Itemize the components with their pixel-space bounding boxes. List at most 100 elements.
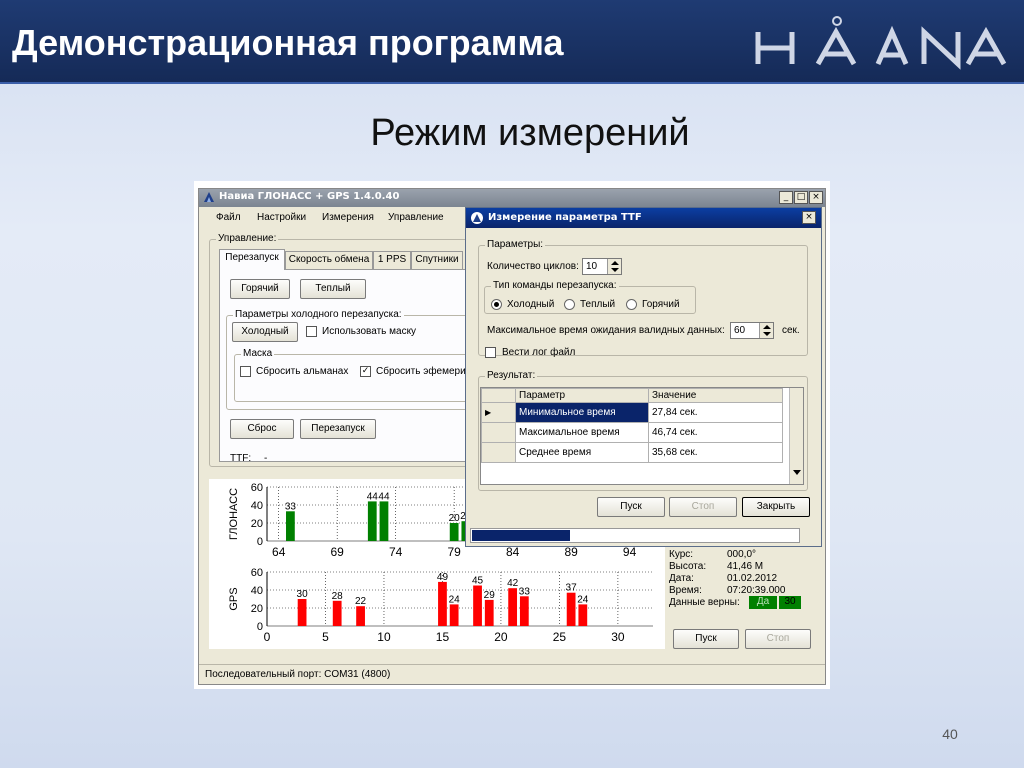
y-tick-label: 60 [251,567,263,579]
bar-value-label: 37 [566,583,578,594]
x-tick-label: 69 [331,545,345,559]
dialog-titlebar[interactable]: Измерение параметра TTF × [466,208,821,228]
radio-warm[interactable] [564,299,575,310]
bar-value-label: 33 [519,586,531,597]
max-wait-unit: сек. [782,325,800,336]
bar [379,501,389,541]
table-cell[interactable]: 35,68 сек. [648,442,783,463]
cycles-stepper[interactable]: 10 [582,258,622,275]
reset-almanac-checkbox[interactable] [240,366,251,377]
bar-value-label: 44 [367,491,379,502]
table-cell[interactable]: 27,84 сек. [648,402,783,423]
bar [332,600,342,626]
tab-1pps[interactable]: 1 PPS [373,251,411,269]
restart-button[interactable]: Перезапуск [300,419,376,439]
satellite-count-badge: 30 [779,596,801,609]
radio-hot-label: Горячий [642,299,680,310]
cold-params-label: Параметры холодного перезапуска: [233,309,404,320]
x-tick-label: 5 [322,630,329,644]
minimize-button[interactable]: _ [779,191,793,204]
column-header-param[interactable]: Параметр [515,388,649,403]
spinner-arrows-icon[interactable] [759,323,773,338]
row-header [481,422,516,443]
radio-hot[interactable] [626,299,637,310]
bar-value-label: 28 [332,591,344,602]
reset-ephemeris-checkbox[interactable]: ✓ [360,366,371,377]
main-titlebar[interactable]: Навиа ГЛОНАСС + GPS 1.4.0.40 _ □ × [199,189,825,207]
table-cell[interactable]: 46,74 сек. [648,422,783,443]
bar-value-label: 22 [355,596,367,607]
dialog-stop-button[interactable]: Стоп [669,497,737,517]
y-tick-label: 0 [257,621,263,633]
menu-measurements[interactable]: Измерения [322,212,374,223]
table-cell[interactable]: Среднее время [515,442,649,463]
tab-baud-rate[interactable]: Скорость обмена [285,251,373,269]
x-tick-label: 89 [564,545,578,559]
log-file-label: Вести лог файл [502,347,576,358]
app-icon [204,192,214,202]
bar [566,592,576,626]
warm-start-button[interactable]: Теплый [300,279,366,299]
radio-cold-label: Холодный [507,299,555,310]
menu-control[interactable]: Управление [388,212,444,223]
use-mask-label: Использовать маску [322,326,417,337]
x-tick-label: 25 [553,630,567,644]
y-tick-label: 60 [251,482,263,494]
cold-start-button[interactable]: Холодный [232,322,298,342]
bar [286,511,295,541]
main-stop-button[interactable]: Стоп [745,629,811,649]
scroll-down-icon[interactable] [793,470,801,475]
bar [473,585,482,626]
max-wait-label: Максимальное время ожидания валидных дан… [487,325,725,336]
result-table: Параметр Значение ▶ Минимальное время 27… [480,387,804,485]
date-label: Дата: [669,573,694,584]
tab-satellites[interactable]: Спутники [411,251,463,269]
table-scrollbar[interactable] [789,388,803,484]
reset-button[interactable]: Сброс [230,419,294,439]
log-file-checkbox[interactable] [485,347,496,358]
menu-file[interactable]: Файл [216,212,241,223]
column-header-value[interactable]: Значение [648,388,783,403]
table-row[interactable]: Среднее время 35,68 сек. [481,442,783,463]
bar [356,606,365,626]
time-label: Время: [669,585,702,596]
y-axis-label: GPS [228,587,240,610]
main-start-button[interactable]: Пуск [673,629,739,649]
table-header-row: Параметр Значение [481,388,783,403]
ttf-value: - [264,453,268,464]
time-value: 07:20:39.000 [727,585,786,596]
mask-group-label: Маска [241,348,275,359]
cycles-label: Количество циклов: [487,261,579,272]
maximize-button[interactable]: □ [794,191,808,204]
reset-ephemeris-label: Сбросить эфемерид [376,366,472,377]
bar-value-label: 24 [577,594,589,605]
slide-header: Демонстрационная программа [0,0,1024,84]
hot-start-button[interactable]: Горячий [230,279,290,299]
table-row[interactable]: ▶ Минимальное время 27,84 сек. [481,402,783,423]
bar [438,581,447,626]
table-cell[interactable]: Минимальное время [515,402,649,423]
max-wait-stepper[interactable]: 60 [730,322,774,339]
info-panel: Курс: 000,0° Высота: 41,46 М Дата: 01.02… [669,549,819,619]
dialog-start-button[interactable]: Пуск [597,497,665,517]
table-cell[interactable]: Максимальное время [515,422,649,443]
use-mask-checkbox[interactable] [306,326,317,337]
row-header-corner [481,388,516,403]
radio-cold[interactable] [491,299,502,310]
table-row[interactable]: Максимальное время 46,74 сек. [481,422,783,443]
tab-restart[interactable]: Перезапуск [219,249,285,270]
bar [449,523,459,541]
close-button[interactable]: × [809,191,823,204]
dialog-close-button[interactable]: × [802,211,816,224]
x-tick-label: 0 [264,630,271,644]
y-axis-label: ГЛОНАСС [228,488,240,540]
menu-settings[interactable]: Настройки [257,212,306,223]
bar-value-label: 44 [378,491,390,502]
data-valid-badge: Да [749,596,777,609]
ttf-dialog: Измерение параметра TTF × Параметры: Кол… [465,207,822,547]
spinner-arrows-icon[interactable] [607,259,621,274]
dialog-close-btn[interactable]: Закрыть [742,497,810,517]
x-tick-label: 64 [272,545,286,559]
x-tick-label: 30 [611,630,625,644]
status-bar: Последовательный порт: COM31 (4800) [199,664,825,684]
